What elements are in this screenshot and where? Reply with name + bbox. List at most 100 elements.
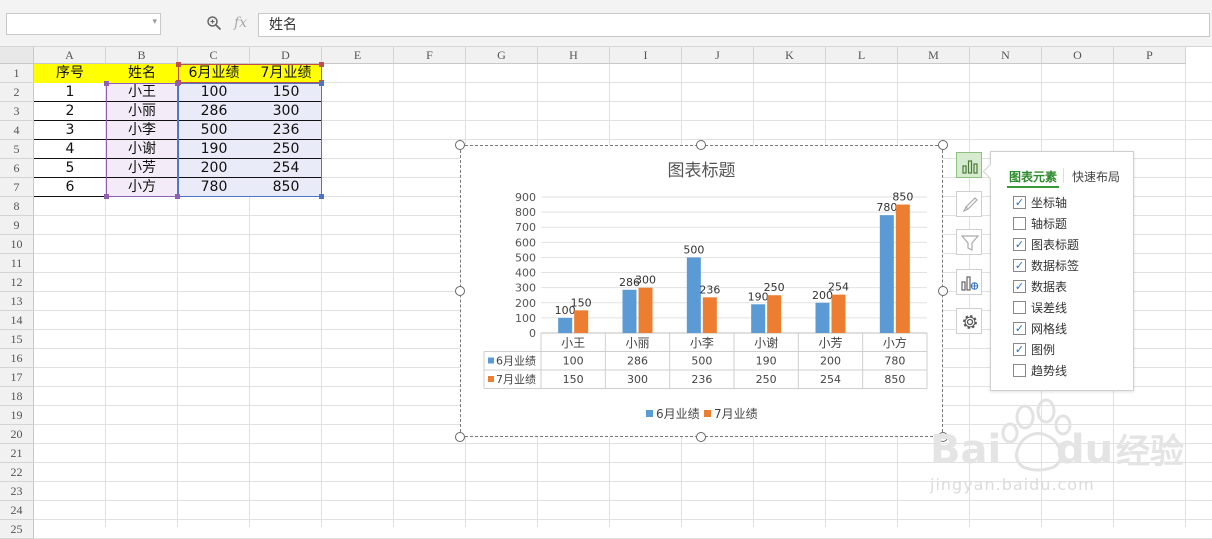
row-header[interactable]: 12 bbox=[0, 273, 34, 292]
table-cell[interactable]: 小丽 bbox=[106, 102, 178, 121]
column-header[interactable]: K bbox=[754, 47, 826, 64]
column-header[interactable]: D bbox=[250, 47, 322, 64]
chart-area[interactable] bbox=[460, 145, 943, 437]
row-header[interactable]: 3 bbox=[0, 102, 34, 121]
table-header-cell[interactable]: 序号 bbox=[34, 64, 106, 83]
row-header[interactable]: 13 bbox=[0, 292, 34, 311]
row-header[interactable]: 20 bbox=[0, 425, 34, 444]
table-cell[interactable]: 150 bbox=[250, 83, 322, 102]
row-header[interactable]: 4 bbox=[0, 121, 34, 140]
chart-resize-handle[interactable] bbox=[938, 286, 948, 296]
checkbox-unchecked[interactable] bbox=[1013, 217, 1026, 230]
checkbox-checked[interactable]: ✓ bbox=[1013, 196, 1026, 209]
row-header[interactable]: 10 bbox=[0, 235, 34, 254]
row-header[interactable]: 16 bbox=[0, 349, 34, 368]
row-header[interactable]: 17 bbox=[0, 368, 34, 387]
table-cell[interactable]: 4 bbox=[34, 140, 106, 159]
table-cell[interactable]: 500 bbox=[178, 121, 250, 140]
column-header[interactable]: L bbox=[826, 47, 898, 64]
chart-filter-button[interactable] bbox=[956, 229, 982, 255]
table-cell[interactable]: 286 bbox=[178, 102, 250, 121]
column-header[interactable]: N bbox=[970, 47, 1042, 64]
checkbox-checked[interactable]: ✓ bbox=[1013, 238, 1026, 251]
range-handle[interactable] bbox=[319, 194, 324, 199]
row-header[interactable]: 19 bbox=[0, 406, 34, 425]
checkbox-checked[interactable]: ✓ bbox=[1013, 259, 1026, 272]
table-cell[interactable]: 190 bbox=[178, 140, 250, 159]
table-cell[interactable]: 200 bbox=[178, 159, 250, 178]
table-cell[interactable]: 780 bbox=[178, 178, 250, 197]
row-header[interactable]: 6 bbox=[0, 159, 34, 178]
table-cell[interactable]: 254 bbox=[250, 159, 322, 178]
row-header[interactable]: 14 bbox=[0, 311, 34, 330]
zoom-icon[interactable] bbox=[206, 15, 222, 35]
column-header[interactable]: A bbox=[34, 47, 106, 64]
column-header[interactable]: O bbox=[1042, 47, 1114, 64]
row-header[interactable]: 15 bbox=[0, 330, 34, 349]
table-header-cell[interactable]: 7月业绩 bbox=[250, 64, 322, 83]
row-header[interactable]: 5 bbox=[0, 140, 34, 159]
name-box[interactable]: ▾ bbox=[6, 13, 161, 35]
range-handle[interactable] bbox=[319, 81, 324, 86]
table-cell[interactable]: 300 bbox=[250, 102, 322, 121]
table-cell[interactable]: 2 bbox=[34, 102, 106, 121]
table-cell[interactable]: 850 bbox=[250, 178, 322, 197]
chart-style-button[interactable] bbox=[956, 191, 982, 217]
chart-settings-button[interactable] bbox=[956, 308, 982, 334]
chart-resize-handle[interactable] bbox=[455, 432, 465, 442]
table-cell[interactable]: 小王 bbox=[106, 83, 178, 102]
row-header[interactable]: 8 bbox=[0, 197, 34, 216]
table-cell[interactable]: 小谢 bbox=[106, 140, 178, 159]
row-header[interactable]: 21 bbox=[0, 444, 34, 463]
chart-title[interactable]: 图表标题 bbox=[460, 156, 943, 181]
column-header[interactable]: P bbox=[1114, 47, 1186, 64]
column-header[interactable]: G bbox=[466, 47, 538, 64]
range-handle[interactable] bbox=[175, 194, 180, 199]
chart-resize-handle[interactable] bbox=[938, 140, 948, 150]
checkbox-unchecked[interactable] bbox=[1013, 301, 1026, 314]
checkbox-unchecked[interactable] bbox=[1013, 364, 1026, 377]
tab-chart-elements[interactable]: 图表元素 bbox=[1009, 168, 1057, 185]
checkbox-checked[interactable]: ✓ bbox=[1013, 343, 1026, 356]
row-header[interactable]: 2 bbox=[0, 83, 34, 102]
select-all-corner[interactable] bbox=[0, 47, 34, 64]
table-cell[interactable]: 236 bbox=[250, 121, 322, 140]
row-header[interactable]: 7 bbox=[0, 178, 34, 197]
chart-resize-handle[interactable] bbox=[455, 140, 465, 150]
row-header[interactable]: 22 bbox=[0, 463, 34, 482]
chart-resize-handle[interactable] bbox=[455, 286, 465, 296]
row-header[interactable]: 25 bbox=[0, 520, 34, 539]
row-header[interactable]: 11 bbox=[0, 254, 34, 273]
range-handle[interactable] bbox=[176, 62, 181, 67]
chart-elements-button[interactable] bbox=[956, 152, 982, 178]
table-cell[interactable]: 小方 bbox=[106, 178, 178, 197]
row-header[interactable]: 24 bbox=[0, 501, 34, 520]
table-cell[interactable]: 3 bbox=[34, 121, 106, 140]
chart-resize-handle[interactable] bbox=[696, 432, 706, 442]
column-header[interactable]: E bbox=[322, 47, 394, 64]
row-header[interactable]: 9 bbox=[0, 216, 34, 235]
table-cell[interactable]: 6 bbox=[34, 178, 106, 197]
column-header[interactable]: C bbox=[178, 47, 250, 64]
range-handle[interactable] bbox=[175, 81, 180, 86]
chart-resize-handle[interactable] bbox=[696, 140, 706, 150]
range-handle[interactable] bbox=[319, 62, 324, 67]
name-box-dropdown-icon[interactable]: ▾ bbox=[152, 17, 157, 27]
table-cell[interactable]: 5 bbox=[34, 159, 106, 178]
row-header[interactable]: 23 bbox=[0, 482, 34, 501]
chart-data-button[interactable] bbox=[956, 269, 982, 295]
column-header[interactable]: J bbox=[682, 47, 754, 64]
row-header[interactable]: 1 bbox=[0, 64, 34, 83]
column-header[interactable]: F bbox=[394, 47, 466, 64]
table-header-cell[interactable]: 姓名 bbox=[106, 64, 178, 83]
table-cell[interactable]: 小李 bbox=[106, 121, 178, 140]
formula-input[interactable]: 姓名 bbox=[258, 13, 1210, 37]
column-header[interactable]: I bbox=[610, 47, 682, 64]
table-cell[interactable]: 100 bbox=[178, 83, 250, 102]
table-cell[interactable]: 1 bbox=[34, 83, 106, 102]
column-header[interactable]: M bbox=[898, 47, 970, 64]
row-header[interactable]: 18 bbox=[0, 387, 34, 406]
table-header-cell[interactable]: 6月业绩 bbox=[178, 64, 250, 83]
table-cell[interactable]: 小芳 bbox=[106, 159, 178, 178]
tab-quick-layout[interactable]: 快速布局 bbox=[1072, 168, 1120, 185]
